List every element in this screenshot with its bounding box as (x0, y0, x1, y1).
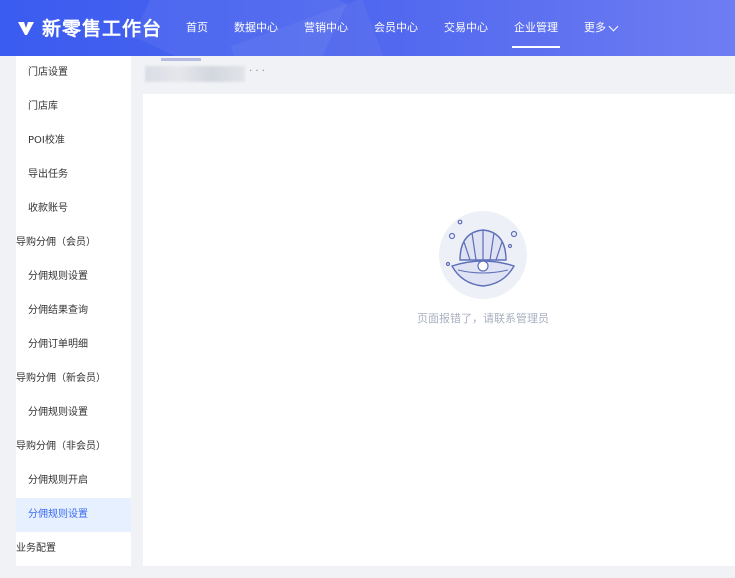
nav-item-trade-center[interactable]: 交易中心 (444, 0, 488, 56)
nav-item-home[interactable]: 首页 (186, 0, 208, 56)
nav-item-data-center[interactable]: 数据中心 (234, 0, 278, 56)
breadcrumb-tab-indicator (161, 58, 201, 61)
sidebar-group-guide-commission-member[interactable]: 导购分佣（会员） (16, 226, 131, 260)
sidebar-group-guide-commission-new-member[interactable]: 导购分佣（新会员） (16, 362, 131, 396)
top-navigation-bar: 新零售工作台 首页 数据中心 营销中心 会员中心 交易中心 企业管理 更多 (0, 0, 735, 56)
sidebar-item-commission-rule-settings[interactable]: 分佣规则设置 (16, 260, 131, 294)
chevron-down-icon (608, 21, 619, 31)
sidebar-item-commission-result-query[interactable]: 分佣结果查询 (16, 294, 131, 328)
sidebar-group-guide-commission-non-member[interactable]: 导购分佣（非会员） (16, 430, 131, 464)
sidebar-item-store-settings[interactable]: 门店设置 (16, 56, 131, 90)
sidebar: 门店设置 门店库 POI校准 导出任务 收款账号 导购分佣（会员） 分佣规则设置… (16, 56, 131, 566)
sidebar-item-export-tasks[interactable]: 导出任务 (16, 158, 131, 192)
breadcrumb: · · · (131, 56, 735, 94)
nav-item-more[interactable]: 更多 (584, 0, 619, 56)
sidebar-item-commission-rule-settings[interactable]: 分佣规则设置 (16, 396, 131, 430)
nav-item-member-center[interactable]: 会员中心 (374, 0, 418, 56)
bottom-bar (0, 566, 735, 578)
sidebar-item-payment-account[interactable]: 收款账号 (16, 192, 131, 226)
nav-item-marketing-center[interactable]: 营销中心 (304, 0, 348, 56)
shell-pearl-icon (439, 211, 527, 299)
nav-item-enterprise-management[interactable]: 企业管理 (512, 0, 560, 56)
sidebar-item-commission-order-detail[interactable]: 分佣订单明细 (16, 328, 131, 362)
sidebar-group-business-config[interactable]: 业务配置 (16, 532, 131, 566)
brand[interactable]: 新零售工作台 (16, 14, 162, 41)
sidebar-item-commission-rule-settings-active[interactable]: 分佣规则设置 (16, 498, 131, 532)
main-nav: 首页 数据中心 营销中心 会员中心 交易中心 企业管理 更多 (186, 0, 643, 56)
sidebar-item-commission-rule-enable[interactable]: 分佣规则开启 (16, 464, 131, 498)
empty-state-message: 页面报错了，请联系管理员 (417, 312, 549, 325)
breadcrumb-blurred-path (145, 66, 245, 82)
sidebar-item-store-library[interactable]: 门店库 (16, 90, 131, 124)
empty-state: 页面报错了，请联系管理员 (398, 210, 568, 326)
breadcrumb-ellipsis: · · · (249, 66, 265, 77)
sidebar-item-poi-calibration[interactable]: POI校准 (16, 124, 131, 158)
brand-logo-icon (18, 21, 34, 35)
main-content: 页面报错了，请联系管理员 (143, 94, 735, 566)
left-gutter (0, 56, 16, 566)
nav-item-more-label: 更多 (584, 21, 606, 34)
brand-title: 新零售工作台 (42, 18, 163, 40)
